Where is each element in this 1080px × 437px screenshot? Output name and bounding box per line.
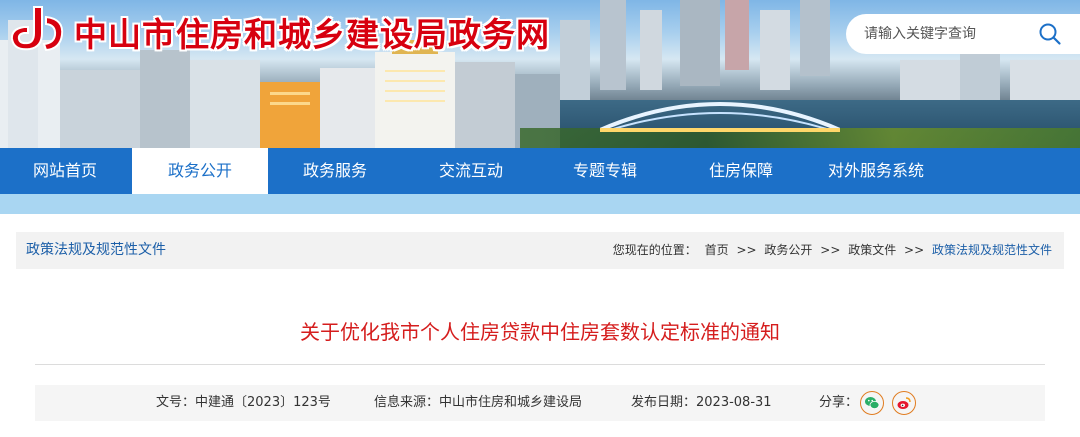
section-title[interactable]: 政策法规及规范性文件 bbox=[26, 232, 166, 269]
nav-item-gov-services[interactable]: 政务服务 bbox=[282, 148, 388, 194]
share-label: 分享： bbox=[819, 395, 859, 410]
nav-item-gov-affairs-open[interactable]: 政务公开 bbox=[132, 148, 268, 194]
info-source-label: 信息来源： bbox=[374, 395, 440, 410]
doc-number-label: 文号： bbox=[156, 395, 196, 410]
title-divider bbox=[35, 364, 1045, 365]
search-input[interactable] bbox=[864, 26, 1034, 42]
article-meta-bar: 文号：中建通〔2023〕123号 信息来源：中山市住房和城乡建设局 发布日期：2… bbox=[35, 385, 1045, 421]
search-icon[interactable] bbox=[1038, 22, 1062, 46]
publish-date: 发布日期：2023-08-31 bbox=[631, 385, 772, 421]
main-nav: 网站首页 政务公开 政务服务 交流互动 专题专辑 住房保障 对外服务系统 bbox=[0, 148, 1080, 194]
breadcrumb-home-link[interactable]: 首页 bbox=[705, 243, 729, 257]
publish-date-value: 2023-08-31 bbox=[696, 395, 772, 410]
site-title: 中山市住房和城乡建设局政务网 bbox=[74, 15, 550, 54]
breadcrumb-gov-affairs-link[interactable]: 政务公开 bbox=[764, 243, 812, 257]
info-source-value: 中山市住房和城乡建设局 bbox=[439, 395, 583, 410]
nav-item-external-services[interactable]: 对外服务系统 bbox=[816, 148, 936, 194]
article-title: 关于优化我市个人住房贷款中住房套数认定标准的通知 bbox=[300, 320, 780, 344]
breadcrumb-location-label: 您现在的位置： bbox=[612, 243, 697, 257]
doc-number: 文号：中建通〔2023〕123号 bbox=[156, 385, 331, 421]
header-banner: 中山市住房和城乡建设局政务网 bbox=[0, 0, 1080, 148]
nav-item-home[interactable]: 网站首页 bbox=[14, 148, 116, 194]
nav-item-special-topics[interactable]: 专题专辑 bbox=[552, 148, 658, 194]
breadcrumb-separator: >> bbox=[736, 243, 757, 257]
bridge-image bbox=[600, 102, 840, 132]
publish-date-label: 发布日期： bbox=[631, 395, 697, 410]
breadcrumb-separator: >> bbox=[904, 243, 925, 257]
weibo-icon[interactable] bbox=[892, 391, 916, 415]
breadcrumb-current-link[interactable]: 政策法规及规范性文件 bbox=[932, 243, 1052, 257]
search-box bbox=[846, 14, 1080, 54]
doc-number-value: 中建通〔2023〕123号 bbox=[195, 395, 331, 410]
info-source: 信息来源：中山市住房和城乡建设局 bbox=[374, 385, 582, 421]
nav-accent-strip bbox=[0, 194, 1080, 214]
breadcrumb-bar: 政策法规及规范性文件 您现在的位置： 首页 >> 政务公开 >> 政策文件 >>… bbox=[16, 232, 1064, 269]
breadcrumb: 您现在的位置： 首页 >> 政务公开 >> 政策文件 >> 政策法规及规范性文件 bbox=[609, 232, 1052, 269]
wechat-icon[interactable] bbox=[860, 391, 884, 415]
nav-item-interaction[interactable]: 交流互动 bbox=[418, 148, 524, 194]
breadcrumb-policy-docs-link[interactable]: 政策文件 bbox=[848, 243, 896, 257]
breadcrumb-separator: >> bbox=[820, 243, 841, 257]
nav-item-housing-security[interactable]: 住房保障 bbox=[688, 148, 794, 194]
site-logo-icon bbox=[10, 6, 64, 52]
